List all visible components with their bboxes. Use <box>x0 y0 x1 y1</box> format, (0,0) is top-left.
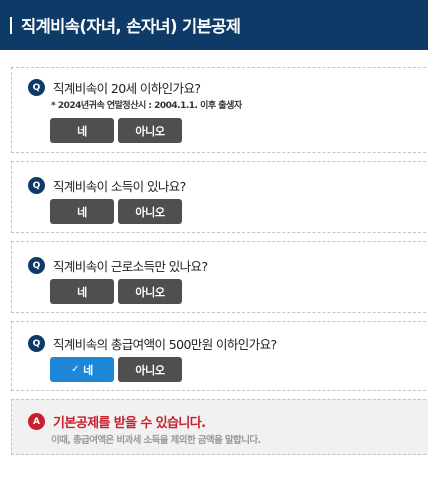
question-card-3: Q 직계비속이 근로소득만 있나요? 네 아니오 <box>11 241 428 313</box>
question-badge: Q <box>28 177 45 194</box>
no-button[interactable]: 아니오 <box>118 279 182 304</box>
yes-button[interactable]: 네 <box>50 199 114 224</box>
question-text: 직계비속이 근로소득만 있나요? <box>53 259 208 274</box>
answer-badge: A <box>28 413 45 430</box>
question-text: 직계비속이 소득이 있나요? <box>53 179 186 194</box>
page-header: 직계비속(자녀, 손자녀) 기본공제 <box>0 0 428 50</box>
answer-note: 이때, 총급여액은 비과세 소득을 제외한 금액을 말합니다. <box>51 435 261 446</box>
answer-title: 기본공제를 받을 수 있습니다. <box>53 416 206 431</box>
question-badge: Q <box>28 335 45 352</box>
answer-row: A 기본공제를 받을 수 있습니다. <box>28 412 206 431</box>
no-button[interactable]: 아니오 <box>118 199 182 224</box>
question-row: Q 직계비속이 20세 이하인가요? <box>28 78 201 97</box>
check-icon: ✓ <box>71 364 80 375</box>
question-text: 직계비속이 20세 이하인가요? <box>53 81 201 96</box>
yes-button[interactable]: 네 <box>50 279 114 304</box>
question-badge: Q <box>28 79 45 96</box>
yes-button[interactable]: 네 <box>50 118 114 143</box>
question-text: 직계비속의 총급여액이 500만원 이하인가요? <box>53 337 277 352</box>
answer-card: A 기본공제를 받을 수 있습니다. 이때, 총급여액은 비과세 소득을 제외한… <box>11 399 428 455</box>
question-note: * 2024년귀속 연말정산시 : 2004.1.1. 이후 출생자 <box>51 101 242 111</box>
yes-button-selected[interactable]: ✓ 네 <box>50 357 114 382</box>
question-row: Q 직계비속의 총급여액이 500만원 이하인가요? <box>28 334 277 353</box>
question-badge: Q <box>28 257 45 274</box>
question-row: Q 직계비속이 근로소득만 있나요? <box>28 256 208 275</box>
question-card-4: Q 직계비속의 총급여액이 500만원 이하인가요? ✓ 네 아니오 <box>11 321 428 391</box>
header-accent-bar <box>10 16 12 34</box>
question-row: Q 직계비속이 소득이 있나요? <box>28 176 186 195</box>
yes-button-label: 네 <box>83 363 93 377</box>
question-card-1: Q 직계비속이 20세 이하인가요? * 2024년귀속 연말정산시 : 200… <box>11 67 428 153</box>
page-title: 직계비속(자녀, 손자녀) 기본공제 <box>21 17 241 36</box>
no-button[interactable]: 아니오 <box>118 357 182 382</box>
question-card-2: Q 직계비속이 소득이 있나요? 네 아니오 <box>11 161 428 233</box>
no-button[interactable]: 아니오 <box>118 118 182 143</box>
